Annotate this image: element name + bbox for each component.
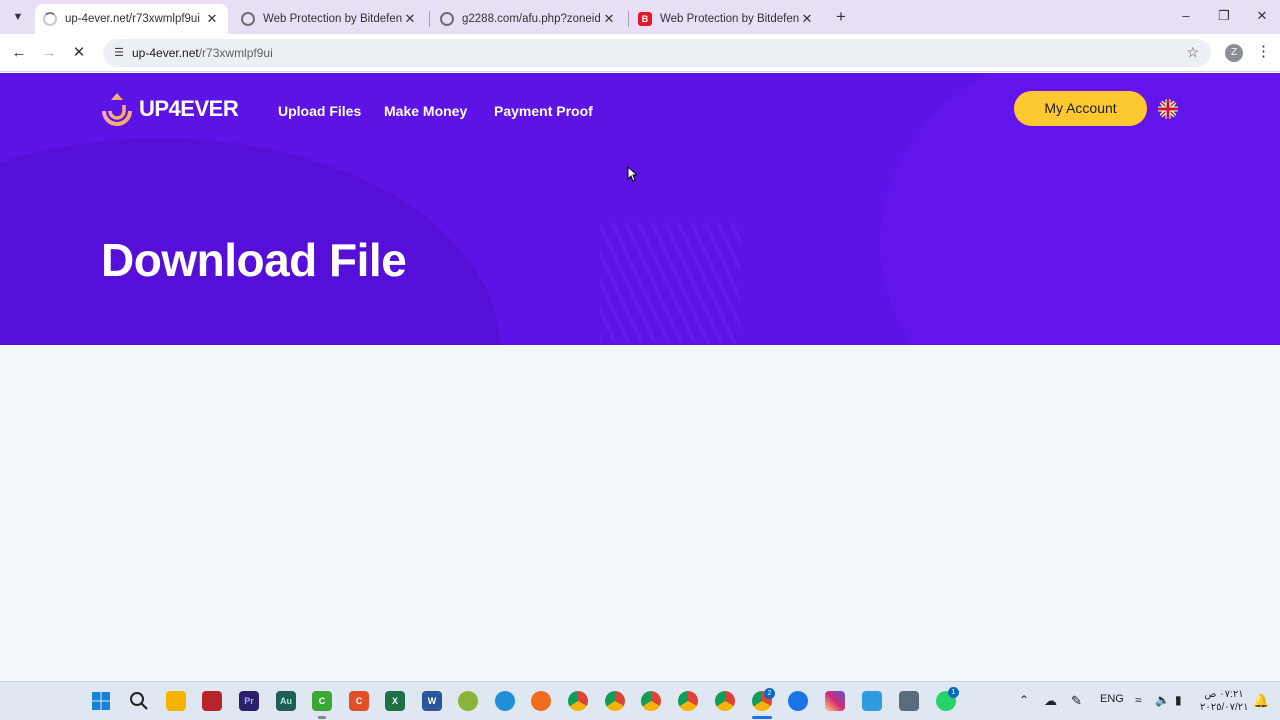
battery-icon[interactable]: ▮ <box>1175 693 1182 707</box>
mouse-cursor-icon <box>627 166 637 182</box>
chrome-icon[interactable] <box>678 691 698 711</box>
new-tab-plus-icon[interactable]: + <box>832 7 850 27</box>
bee-app-icon[interactable] <box>458 691 478 711</box>
up4ever-logo-icon <box>102 93 132 126</box>
tab-bitdefender-1[interactable]: Web Protection by Bitdefender ✕ <box>233 4 426 34</box>
tab-title: Web Protection by Bitdefender <box>263 13 402 25</box>
word-icon[interactable]: W <box>422 691 442 711</box>
nav-make-money[interactable]: Make Money <box>384 103 467 119</box>
chrome-icon[interactable] <box>641 691 661 711</box>
chrome-window-count-badge: 2 <box>764 688 775 699</box>
site-logo[interactable]: UP4EVER <box>100 91 239 127</box>
premiere-pro-icon[interactable]: Pr <box>239 691 259 711</box>
close-icon[interactable]: ✕ <box>204 11 220 27</box>
tab-divider <box>429 11 430 27</box>
camtasia-orange-icon[interactable]: C <box>349 691 369 711</box>
running-indicator <box>318 716 326 719</box>
notification-bell-icon[interactable]: 🔔 <box>1253 693 1269 709</box>
url-text[interactable]: up-4ever.net/r73xwmlpf9ui <box>132 46 273 60</box>
whatsapp-notification-badge: 1 <box>948 687 959 698</box>
browser-tab-strip: ▼ up-4ever.net/r73xwmlpf9ui ✕ Web Protec… <box>0 0 1280 34</box>
tab-up4ever[interactable]: up-4ever.net/r73xwmlpf9ui ✕ <box>35 4 228 34</box>
profile-avatar[interactable]: Z <box>1225 44 1243 62</box>
close-icon[interactable]: ✕ <box>799 11 815 27</box>
tab-search-chevron-icon[interactable]: ▼ <box>8 7 28 27</box>
pen-input-icon[interactable]: ✎ <box>1071 693 1082 709</box>
audition-icon[interactable]: Au <box>276 691 296 711</box>
search-icon[interactable] <box>129 691 149 711</box>
page-content-area <box>0 345 1280 681</box>
globe-icon <box>241 12 255 26</box>
forward-arrow-icon[interactable]: → <box>39 43 59 63</box>
stop-loading-icon[interactable]: ✕ <box>69 43 89 63</box>
app-red-box-icon[interactable] <box>202 691 222 711</box>
restore-icon[interactable]: ❐ <box>1212 6 1236 26</box>
page-title: Download File <box>101 234 407 286</box>
url-path: /r73xwmlpf9ui <box>198 46 273 60</box>
azure-data-studio-icon[interactable] <box>862 691 882 711</box>
site-settings-icon[interactable]: ☰ <box>111 45 127 61</box>
tab-divider <box>628 11 629 27</box>
active-indicator <box>752 716 772 719</box>
system-clock[interactable]: ٠٧:٢١ ص ٢٠٢٥/٠٧/٢١ <box>1200 688 1249 714</box>
chrome-icon[interactable] <box>568 691 588 711</box>
uk-flag-icon[interactable] <box>1158 99 1178 119</box>
loading-spinner-icon <box>43 12 57 26</box>
language-indicator[interactable]: ENG <box>1100 693 1124 705</box>
messenger-icon[interactable] <box>788 691 808 711</box>
edge-icon[interactable] <box>495 691 515 711</box>
calculator-icon[interactable] <box>899 691 919 711</box>
nav-payment-proof[interactable]: Payment Proof <box>494 103 593 119</box>
wifi-icon[interactable]: ≈ <box>1135 693 1142 707</box>
tab-title: up-4ever.net/r73xwmlpf9ui <box>65 13 200 25</box>
back-arrow-icon[interactable]: ← <box>9 43 29 63</box>
more-menu-icon[interactable]: ⋮ <box>1256 42 1271 62</box>
instagram-icon[interactable] <box>825 691 845 711</box>
excel-icon[interactable]: X <box>385 691 405 711</box>
url-domain: up-4ever.net <box>132 46 199 60</box>
tab-bitdefender-2[interactable]: B Web Protection by Bitdefender ✕ <box>630 4 823 34</box>
chrome-icon[interactable] <box>715 691 735 711</box>
page-hero: UP4EVER Upload Files Make Money Payment … <box>0 73 1280 345</box>
window-close-icon[interactable]: ✕ <box>1250 6 1274 26</box>
clock-time: ٠٧:٢١ ص <box>1204 689 1244 700</box>
camtasia-green-icon[interactable]: C <box>312 691 332 711</box>
tab-g2288[interactable]: g2288.com/afu.php?zoneid=86 ✕ <box>432 4 625 34</box>
tab-title: Web Protection by Bitdefender <box>660 13 799 25</box>
globe-icon <box>440 12 454 26</box>
chrome-icon[interactable] <box>605 691 625 711</box>
logo-text: UP4EVER <box>139 96 239 121</box>
nav-upload-files[interactable]: Upload Files <box>278 103 361 119</box>
close-icon[interactable]: ✕ <box>402 11 418 27</box>
firefox-icon[interactable] <box>531 691 551 711</box>
my-account-button[interactable]: My Account <box>1014 91 1147 126</box>
address-bar[interactable]: ☰ up-4ever.net/r73xwmlpf9ui ☆ <box>103 39 1211 67</box>
windows-start-icon[interactable] <box>91 691 111 711</box>
file-explorer-icon[interactable] <box>166 691 186 711</box>
clock-date: ٢٠٢٥/٠٧/٢١ <box>1200 702 1249 713</box>
bitdefender-icon: B <box>638 12 652 26</box>
browser-toolbar: ← → ✕ ☰ up-4ever.net/r73xwmlpf9ui ☆ Z ⋮ <box>0 34 1280 72</box>
tray-overflow-chevron-icon[interactable]: ⌃ <box>1019 693 1029 707</box>
close-icon[interactable]: ✕ <box>601 11 617 27</box>
hero-background-pattern <box>600 223 740 343</box>
cloud-offline-icon[interactable]: ☁ <box>1044 693 1057 709</box>
tab-title: g2288.com/afu.php?zoneid=86 <box>462 13 601 25</box>
bookmark-star-icon[interactable]: ☆ <box>1186 44 1199 61</box>
volume-icon[interactable]: 🔈 <box>1155 693 1170 707</box>
windows-taskbar: Pr Au C C X W 2 1 ⌃ ☁ ✎ ENG ≈ 🔈 ▮ ٠٧:٢١ … <box>0 681 1280 720</box>
minimize-icon[interactable]: – <box>1174 6 1198 26</box>
